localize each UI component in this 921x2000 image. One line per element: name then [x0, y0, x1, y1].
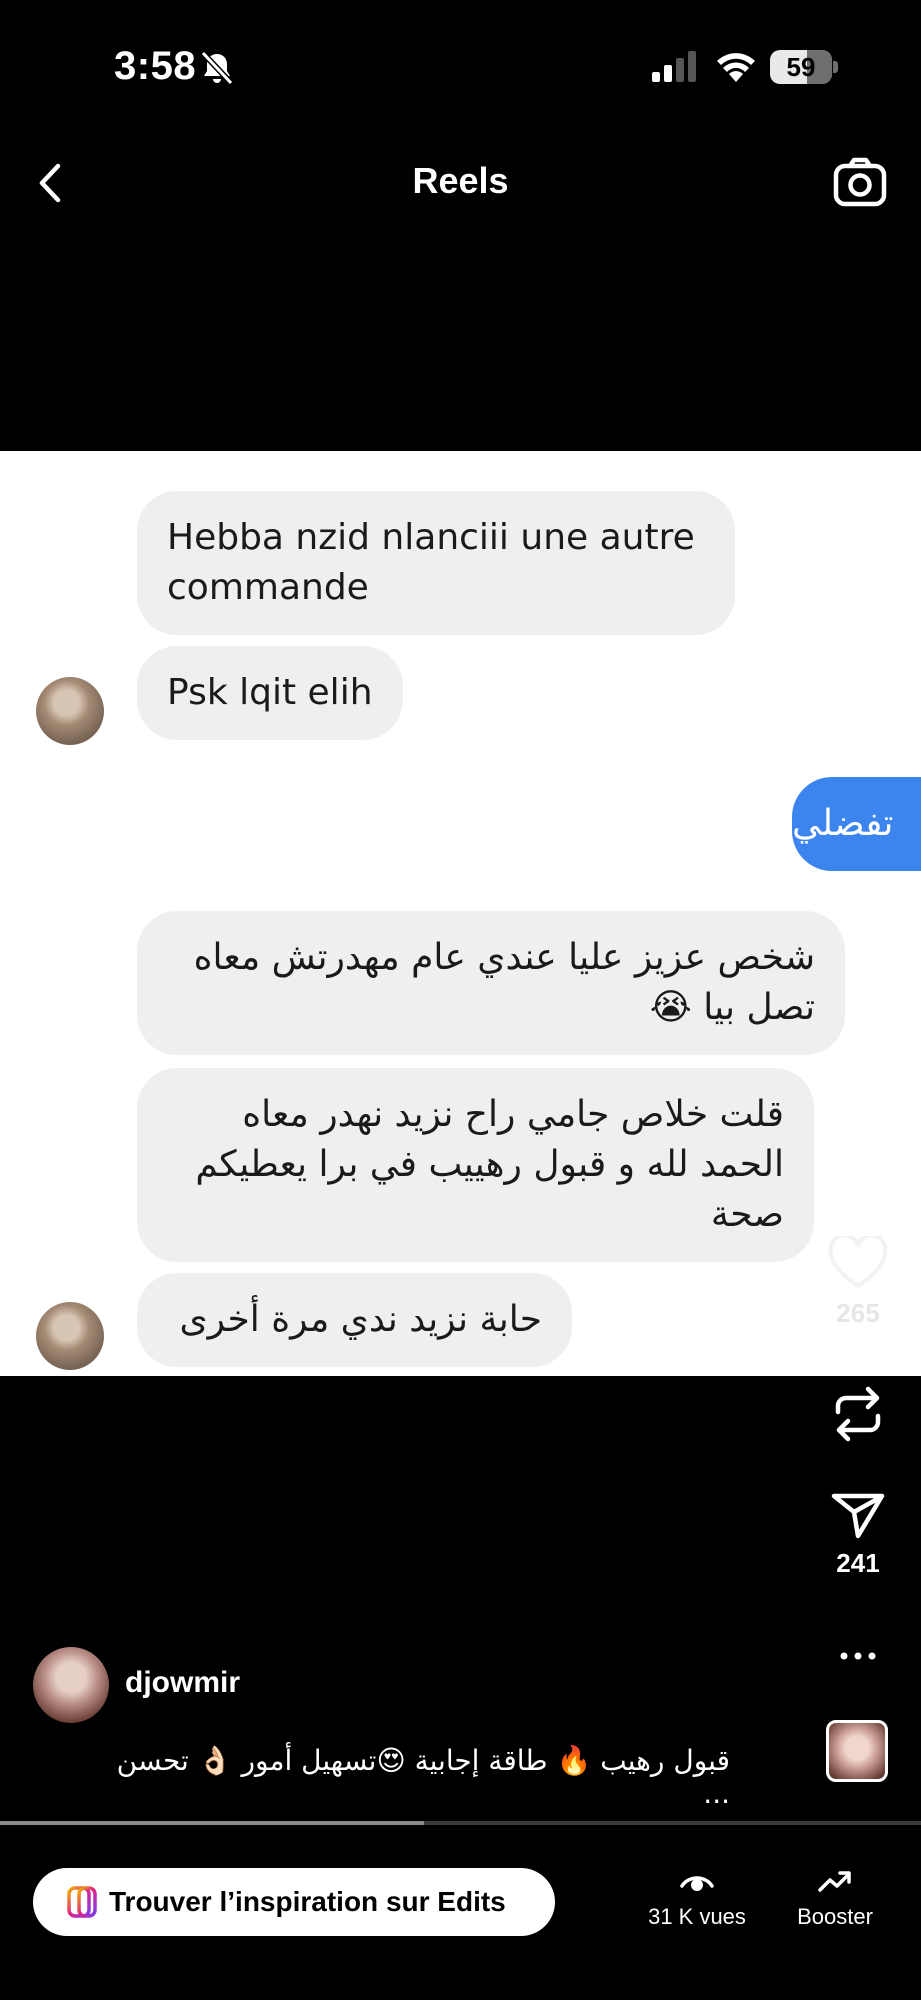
reels-header: Reels — [0, 140, 921, 230]
playback-progress-fill — [0, 1821, 424, 1825]
chat-bubble-received: شخص عزيز عليا عندي عام مهدرتش معاه تصل ب… — [137, 911, 845, 1055]
more-icon — [840, 1652, 876, 1660]
sender-avatar — [36, 677, 104, 745]
sender-avatar — [36, 1302, 104, 1370]
chat-bubble-received: قلت خلاص جامي راح نزيد نهدر معاه الحمد ل… — [137, 1068, 814, 1262]
author-avatar[interactable] — [33, 1647, 109, 1723]
repost-button[interactable] — [820, 1384, 896, 1444]
chat-bubble-received: Psk lqit elih — [137, 646, 403, 740]
boost-button[interactable]: Booster — [760, 1868, 910, 1930]
camera-icon[interactable] — [832, 156, 888, 208]
bell-muted-icon — [200, 50, 234, 86]
battery-indicator: 59 — [770, 50, 838, 84]
status-time: 3:58 — [114, 44, 197, 88]
author-username[interactable]: djowmir — [125, 1666, 240, 1700]
views-label: 31 K vues — [648, 1904, 746, 1929]
heart-icon — [828, 1236, 888, 1289]
chat-bubble-sent: تفضلي — [792, 777, 921, 871]
send-icon — [831, 1493, 885, 1539]
battery-level: 59 — [786, 52, 816, 82]
edits-label: Trouver l’inspiration sur Edits — [109, 1886, 506, 1917]
chat-bubble-received: Hebba nzid nlanciii une autre commande — [137, 491, 735, 635]
edits-inspiration-button[interactable]: Trouver l’inspiration sur Edits — [33, 1868, 555, 1936]
views-stat[interactable]: 31 K vues — [622, 1868, 772, 1930]
send-button[interactable]: 241 — [820, 1490, 896, 1579]
reel-video[interactable]: Hebba nzid nlanciii une autre commande P… — [0, 451, 921, 1376]
status-bar: 3:58 59 — [0, 0, 921, 130]
like-count: 265 — [836, 1298, 880, 1328]
edits-icon — [67, 1886, 97, 1918]
signal-icon — [652, 51, 696, 82]
trend-icon — [818, 1871, 851, 1892]
boost-label: Booster — [797, 1904, 873, 1929]
post-caption[interactable]: قبول رهيب 🔥 طاقة إجابية 😍تسهيل أمور 👌🏻 ت… — [90, 1744, 730, 1810]
repost-icon — [835, 1386, 881, 1442]
wifi-icon — [717, 53, 755, 82]
audio-thumbnail[interactable] — [826, 1720, 888, 1782]
page-title: Reels — [412, 160, 509, 201]
share-count: 241 — [836, 1548, 880, 1578]
playback-progress[interactable] — [0, 1821, 921, 1825]
chat-bubble-received: حابة نزيد ندي مرة أخرى — [137, 1273, 572, 1367]
like-button[interactable]: 265 — [820, 1236, 896, 1329]
eye-icon — [680, 1876, 714, 1891]
more-button[interactable] — [820, 1644, 896, 1668]
